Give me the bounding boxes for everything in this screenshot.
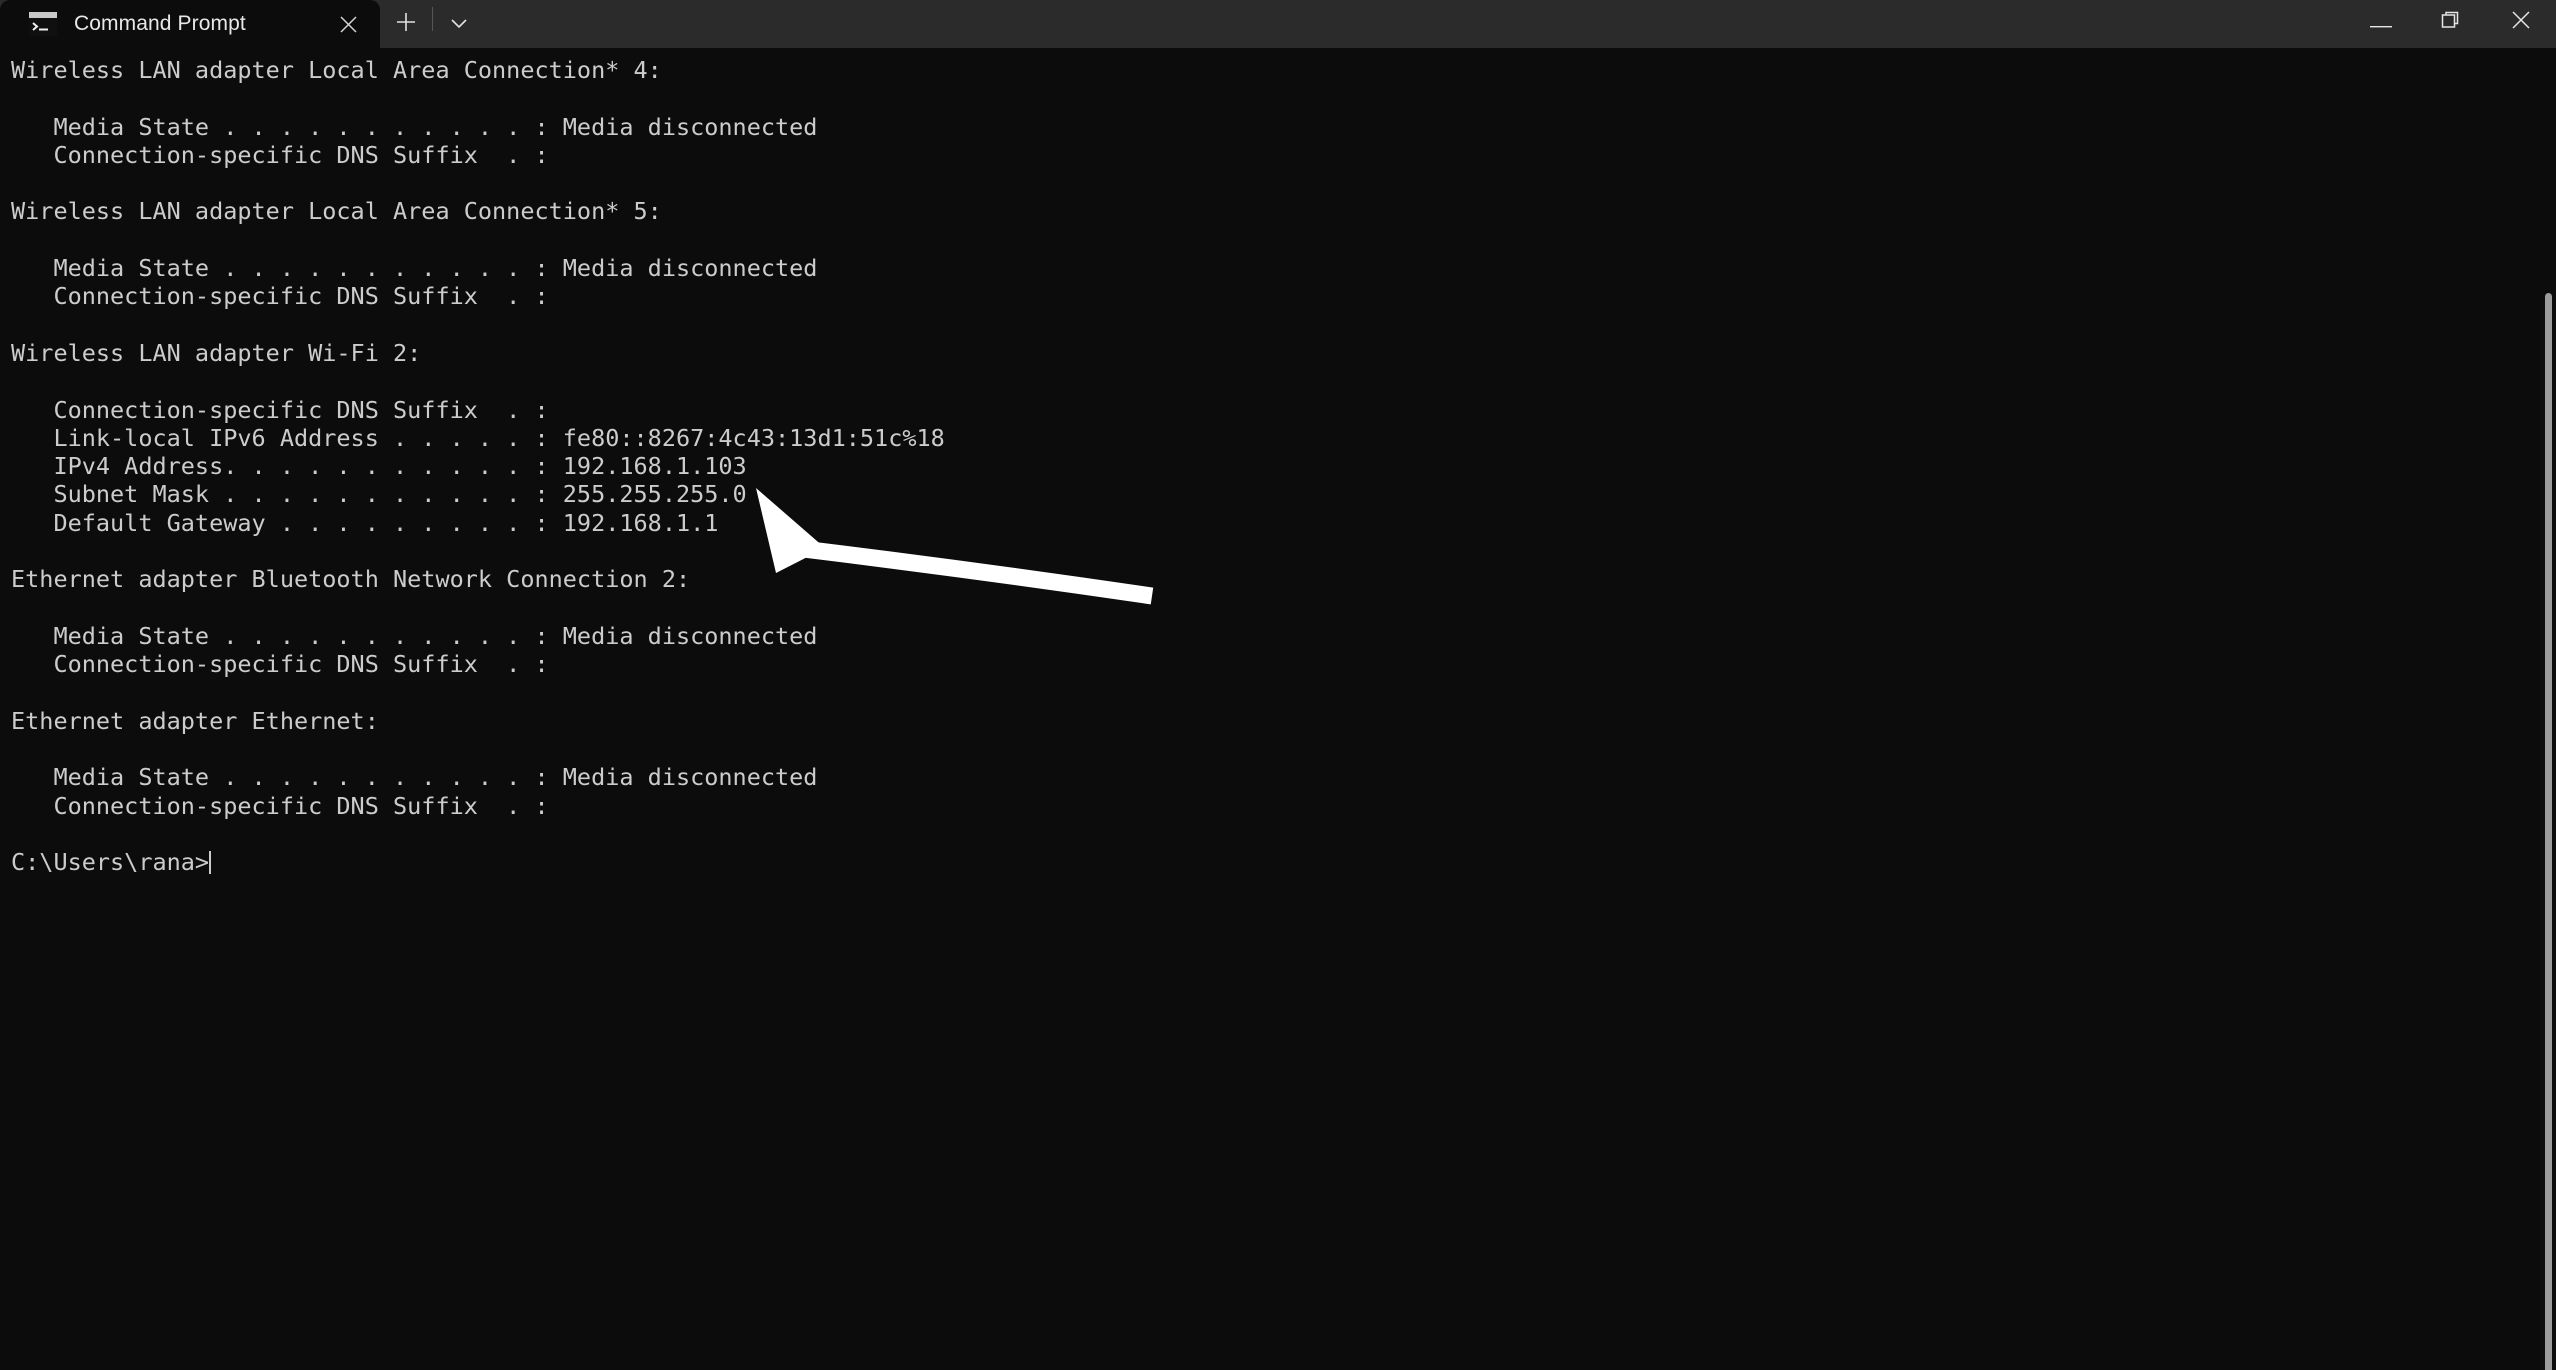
- chevron-down-icon: [449, 15, 469, 34]
- tab-title: Command Prompt: [74, 12, 246, 35]
- close-icon: [2511, 10, 2531, 34]
- close-button[interactable]: [2486, 0, 2556, 44]
- console-line: Wireless LAN adapter Local Area Connecti…: [11, 197, 662, 226]
- console-line: Subnet Mask . . . . . . . . . . . : 255.…: [11, 480, 747, 509]
- prompt-line: C:\Users\rana>: [11, 848, 945, 876]
- console-line: Ethernet adapter Ethernet:: [11, 706, 379, 735]
- plus-icon: [395, 11, 417, 37]
- tab-strip: Command Prompt: [0, 0, 485, 48]
- text-cursor: [209, 851, 212, 875]
- new-tab-button[interactable]: [380, 0, 432, 48]
- minimize-button[interactable]: [2346, 0, 2416, 44]
- console-line: Connection-specific DNS Suffix . :: [11, 395, 549, 424]
- console-line: Connection-specific DNS Suffix . :: [11, 650, 549, 679]
- console-line: Media State . . . . . . . . . . . : Medi…: [11, 254, 818, 283]
- console-line: Connection-specific DNS Suffix . :: [11, 140, 549, 169]
- scrollbar-track[interactable]: [2540, 96, 2556, 1370]
- console-line: Media State . . . . . . . . . . . : Medi…: [11, 112, 818, 141]
- console-line: Default Gateway . . . . . . . . . : 192.…: [11, 508, 719, 537]
- terminal-viewport[interactable]: Wireless LAN adapter Local Area Connecti…: [0, 48, 2556, 1370]
- console-line: IPv4 Address. . . . . . . . . . . : 192.…: [11, 452, 747, 481]
- console-line: Wireless LAN adapter Wi-Fi 2:: [11, 338, 422, 367]
- console-line: Connection-specific DNS Suffix . :: [11, 791, 549, 820]
- console-line: Link-local IPv6 Address . . . . . : fe80…: [11, 423, 945, 452]
- console-line: Ethernet adapter Bluetooth Network Conne…: [11, 565, 691, 594]
- terminal-icon: [28, 11, 58, 37]
- prompt-text: C:\Users\rana>: [11, 848, 210, 877]
- tab-dropdown-button[interactable]: [433, 0, 485, 48]
- tab-close-icon[interactable]: [330, 6, 366, 42]
- scrollbar-thumb[interactable]: [2545, 293, 2552, 1370]
- console-line: Media State . . . . . . . . . . . : Medi…: [11, 621, 818, 650]
- titlebar-drag-region[interactable]: [485, 0, 2346, 48]
- minimize-icon: [2370, 13, 2392, 32]
- maximize-button[interactable]: [2416, 0, 2486, 44]
- tab-command-prompt[interactable]: Command Prompt: [0, 0, 380, 48]
- restore-icon: [2441, 10, 2461, 34]
- title-bar: Command Prompt: [0, 0, 2556, 48]
- console-line: Connection-specific DNS Suffix . :: [11, 282, 549, 311]
- console-line: Media State . . . . . . . . . . . : Medi…: [11, 763, 818, 792]
- console-output: Wireless LAN adapter Local Area Connecti…: [11, 56, 945, 877]
- console-line: Wireless LAN adapter Local Area Connecti…: [11, 56, 662, 84]
- window-controls: [2346, 0, 2556, 48]
